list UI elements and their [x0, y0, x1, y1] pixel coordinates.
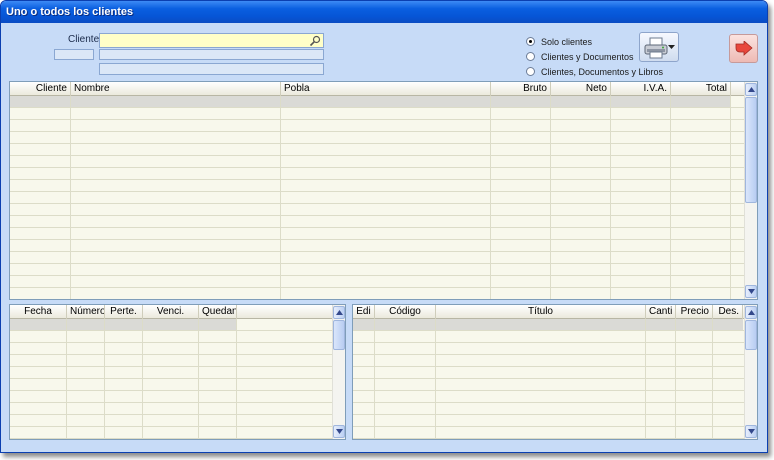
chevron-down-icon — [336, 429, 343, 434]
selected-row[interactable] — [10, 96, 731, 107]
printer-icon — [644, 37, 668, 59]
radio-label: Solo clientes — [541, 36, 593, 47]
radio-unchecked-icon[interactable] — [526, 52, 535, 61]
selected-row[interactable] — [10, 319, 236, 330]
chevron-up-icon — [336, 310, 343, 315]
column-header[interactable]: Cliente — [10, 82, 71, 96]
scroll-thumb[interactable] — [745, 320, 757, 350]
column-header[interactable]: Neto — [551, 82, 611, 96]
radio-clientes-documentos-libros[interactable]: Clientes, Documentos y Libros — [526, 64, 663, 79]
scroll-down-button[interactable] — [745, 425, 757, 438]
main-window: Uno o todos los clientes Cliente: Solo c… — [0, 0, 768, 453]
column-header[interactable]: Edi — [353, 305, 375, 319]
documents-grid[interactable]: Fecha Número Perte. Venci. Quedan — [9, 304, 346, 440]
cliente-search-input[interactable] — [99, 33, 324, 48]
column-header[interactable]: Nombre — [71, 82, 281, 96]
scroll-down-button[interactable] — [333, 425, 345, 438]
books-grid-header: Edi Código Título Canti Precio Des. — [353, 305, 744, 319]
documents-grid-header: Fecha Número Perte. Venci. Quedan — [10, 305, 332, 319]
radio-checked-icon[interactable] — [526, 37, 535, 46]
clients-grid-header: Cliente Nombre Pobla Bruto Neto I.V.A. T… — [10, 82, 744, 96]
column-header[interactable]: Des. — [713, 305, 743, 319]
clients-vertical-scrollbar[interactable] — [744, 82, 757, 299]
chevron-up-icon — [748, 87, 755, 92]
column-header[interactable]: Bruto — [491, 82, 551, 96]
radio-unchecked-icon[interactable] — [526, 67, 535, 76]
scroll-down-button[interactable] — [745, 285, 757, 298]
column-header[interactable]: Título — [436, 305, 646, 319]
documents-vertical-scrollbar[interactable] — [332, 305, 345, 439]
client-filter-panel: Cliente: Solo clientes Clientes y Docume… — [1, 23, 767, 79]
cliente-label: Cliente: — [68, 34, 102, 45]
search-icon[interactable] — [309, 35, 321, 47]
documents-grid-body[interactable] — [10, 319, 332, 439]
chevron-down-icon — [748, 289, 755, 294]
scroll-up-button[interactable] — [333, 306, 345, 319]
clients-grid[interactable]: Cliente Nombre Pobla Bruto Neto I.V.A. T… — [9, 81, 758, 300]
column-header[interactable]: Precio — [676, 305, 713, 319]
scroll-thumb[interactable] — [745, 97, 757, 203]
column-header[interactable]: Total — [671, 82, 731, 96]
column-header[interactable]: Fecha — [10, 305, 67, 319]
column-header[interactable]: Perte. — [105, 305, 143, 319]
column-header[interactable]: I.V.A. — [611, 82, 671, 96]
books-vertical-scrollbar[interactable] — [744, 305, 757, 439]
exit-arrow-icon — [735, 41, 753, 56]
chevron-up-icon — [748, 310, 755, 315]
exit-button[interactable] — [729, 34, 758, 63]
selected-row[interactable] — [353, 319, 743, 330]
chevron-down-icon — [748, 429, 755, 434]
scroll-thumb[interactable] — [333, 320, 345, 350]
chevron-down-icon[interactable] — [668, 45, 675, 50]
client-name-field — [99, 49, 324, 60]
scroll-up-button[interactable] — [745, 83, 757, 96]
window-title: Uno o todos los clientes — [1, 1, 767, 23]
radio-label: Clientes, Documentos y Libros — [541, 66, 664, 77]
scroll-up-button[interactable] — [745, 306, 757, 319]
column-header[interactable]: Quedan — [199, 305, 237, 319]
column-header[interactable]: Código — [375, 305, 436, 319]
column-header[interactable]: Venci. — [143, 305, 199, 319]
column-header[interactable]: Número — [67, 305, 105, 319]
client-code-field — [54, 49, 94, 60]
client-extra-field — [99, 63, 324, 75]
column-header[interactable]: Canti — [646, 305, 676, 319]
books-grid[interactable]: Edi Código Título Canti Precio Des. — [352, 304, 758, 440]
books-grid-body[interactable] — [353, 319, 744, 439]
clients-grid-body[interactable] — [10, 96, 744, 299]
column-header[interactable]: Pobla — [281, 82, 491, 96]
radio-label: Clientes y Documentos — [541, 51, 634, 62]
print-button[interactable] — [639, 32, 679, 62]
